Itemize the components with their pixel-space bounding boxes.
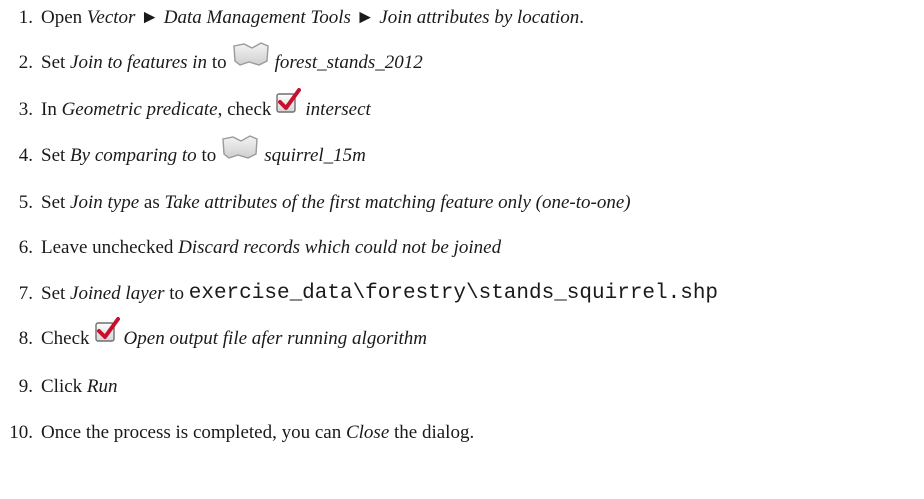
step-text: Leave unchecked [41, 237, 179, 258]
step-text: Set [41, 52, 71, 73]
menu-vector: Vector [86, 7, 136, 28]
layer-forest-stands-2012: forest_stands_2012 [274, 52, 423, 73]
step-number: 10. [9, 422, 33, 443]
menu-separator: ► [135, 7, 164, 28]
step-text: to [207, 52, 227, 73]
step-number: 2. [18, 52, 33, 73]
layer-squirrel-15m: squirrel_15m [264, 145, 366, 166]
step-number: 7. [18, 283, 33, 304]
predicate-intersect: intersect [305, 99, 371, 120]
step-text: Open [41, 7, 87, 28]
field-join-type: Join type [70, 192, 140, 213]
field-geometric-predicate: Geometric predicate [61, 99, 218, 120]
step-text: to [196, 145, 217, 166]
step-9: 9. Click Run [0, 372, 118, 402]
step-text: Once the process is completed, you can [41, 422, 346, 443]
step-text: Check [41, 328, 90, 349]
step-number: 3. [18, 99, 33, 120]
step-8: 8. Check Open output file afer running a… [0, 317, 428, 354]
step-text: to [164, 283, 189, 304]
step-text: . [579, 7, 585, 28]
step-2: 2. Set Join to features in to forest_sta… [0, 42, 423, 78]
polygon-layer-icon [231, 41, 271, 77]
field-join-to-features-in: Join to features in [70, 52, 208, 73]
step-text: Set [41, 145, 71, 166]
field-joined-layer: Joined layer [70, 283, 165, 304]
step-text: Set [41, 192, 71, 213]
step-text: as [139, 192, 165, 213]
step-6: 6. Leave unchecked Discard records which… [0, 233, 501, 263]
step-3: 3. In Geometric predicate , check inters… [0, 88, 371, 125]
step-text: Click [41, 376, 87, 397]
menu-join-attributes-by-location: Join attributes by location [379, 7, 580, 28]
step-10: 10. Once the process is completed, you c… [0, 418, 474, 448]
step-text: Set [41, 283, 71, 304]
step-text: , check [217, 99, 272, 120]
output-file-path: exercise_data\forestry\stands_squirrel.s… [188, 282, 719, 305]
step-number: 1. [18, 7, 33, 28]
step-number: 5. [18, 192, 33, 213]
step-5: 5. Set Join type as Take attributes of t… [0, 188, 631, 218]
step-number: 4. [18, 145, 33, 166]
step-7: 7. Set Joined layer to exercise_data\for… [0, 279, 718, 309]
option-open-output-file: Open output file afer running algorithm [123, 328, 428, 349]
step-number: 8. [18, 328, 33, 349]
menu-data-management-tools: Data Management Tools [163, 7, 351, 28]
step-4: 4. Set By comparing to to squirrel_15m [0, 135, 366, 171]
field-by-comparing-to: By comparing to [70, 145, 197, 166]
button-run: Run [86, 376, 118, 397]
step-number: 9. [18, 376, 33, 397]
menu-separator: ► [350, 7, 380, 28]
step-number: 6. [18, 237, 33, 258]
step-text: the dialog. [389, 422, 475, 443]
step-1: 1. Open Vector ► Data Management Tools ►… [0, 3, 584, 33]
button-close: Close [345, 422, 390, 443]
polygon-layer-icon [220, 134, 260, 170]
option-one-to-one: Take attributes of the first matching fe… [164, 192, 631, 213]
option-discard-records: Discard records which could not be joine… [178, 237, 502, 258]
checkbox-checked-icon [94, 317, 120, 353]
step-text: In [41, 99, 62, 120]
checkbox-checked-icon [275, 88, 302, 124]
